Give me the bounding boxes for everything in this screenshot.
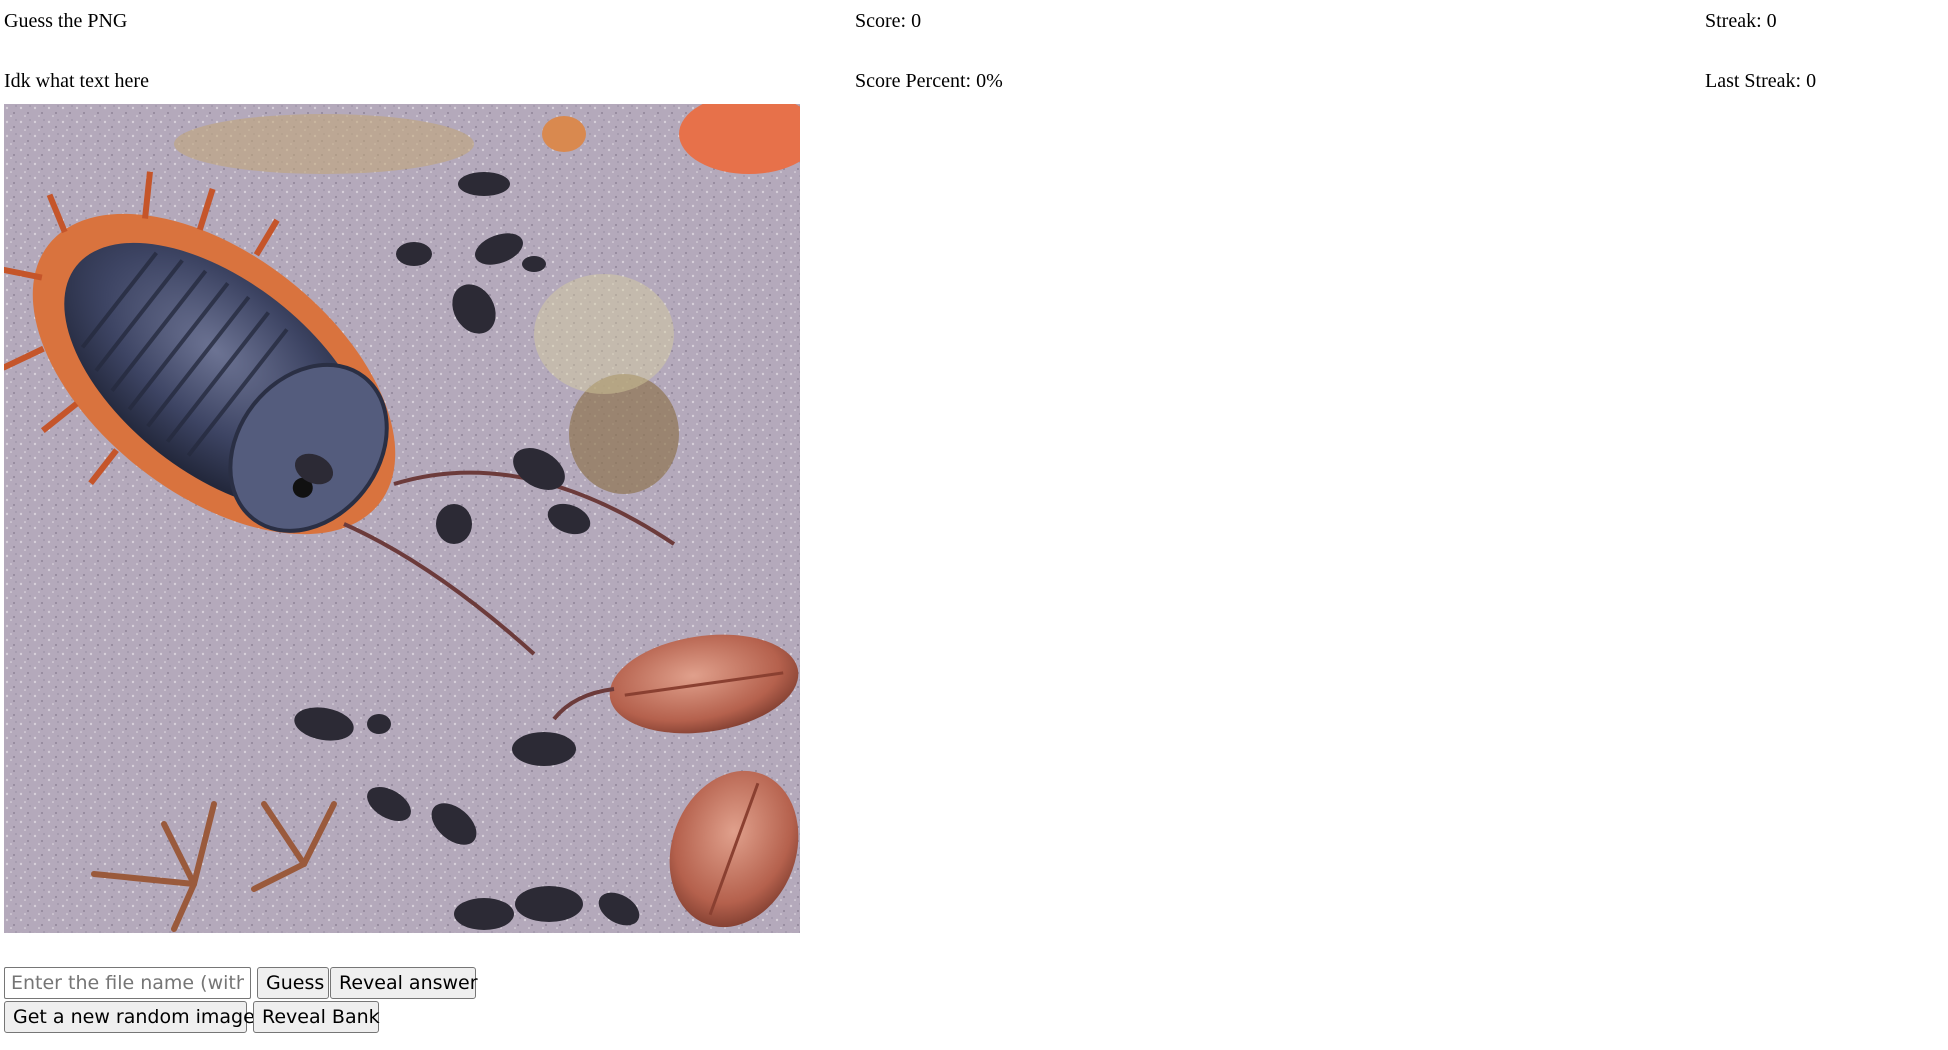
guess-button[interactable]: Guess [257, 967, 329, 999]
puzzle-image [4, 104, 800, 933]
reveal-answer-button[interactable]: Reveal answer [330, 967, 478, 999]
trilobite-illustration [4, 104, 800, 933]
random-image-button[interactable]: Get a new random image [4, 1001, 255, 1033]
guess-input[interactable] [4, 967, 251, 999]
reveal-bank-button[interactable]: Reveal Bank [253, 1001, 380, 1033]
score-percent-label: Score Percent: 0% [855, 70, 1003, 92]
streak-label: Streak: 0 [1705, 10, 1777, 32]
page-title: Guess the PNG [4, 10, 128, 32]
score-label: Score: 0 [855, 10, 922, 32]
last-streak-label: Last Streak: 0 [1705, 70, 1817, 92]
page-subtitle: Idk what text here [4, 70, 149, 92]
